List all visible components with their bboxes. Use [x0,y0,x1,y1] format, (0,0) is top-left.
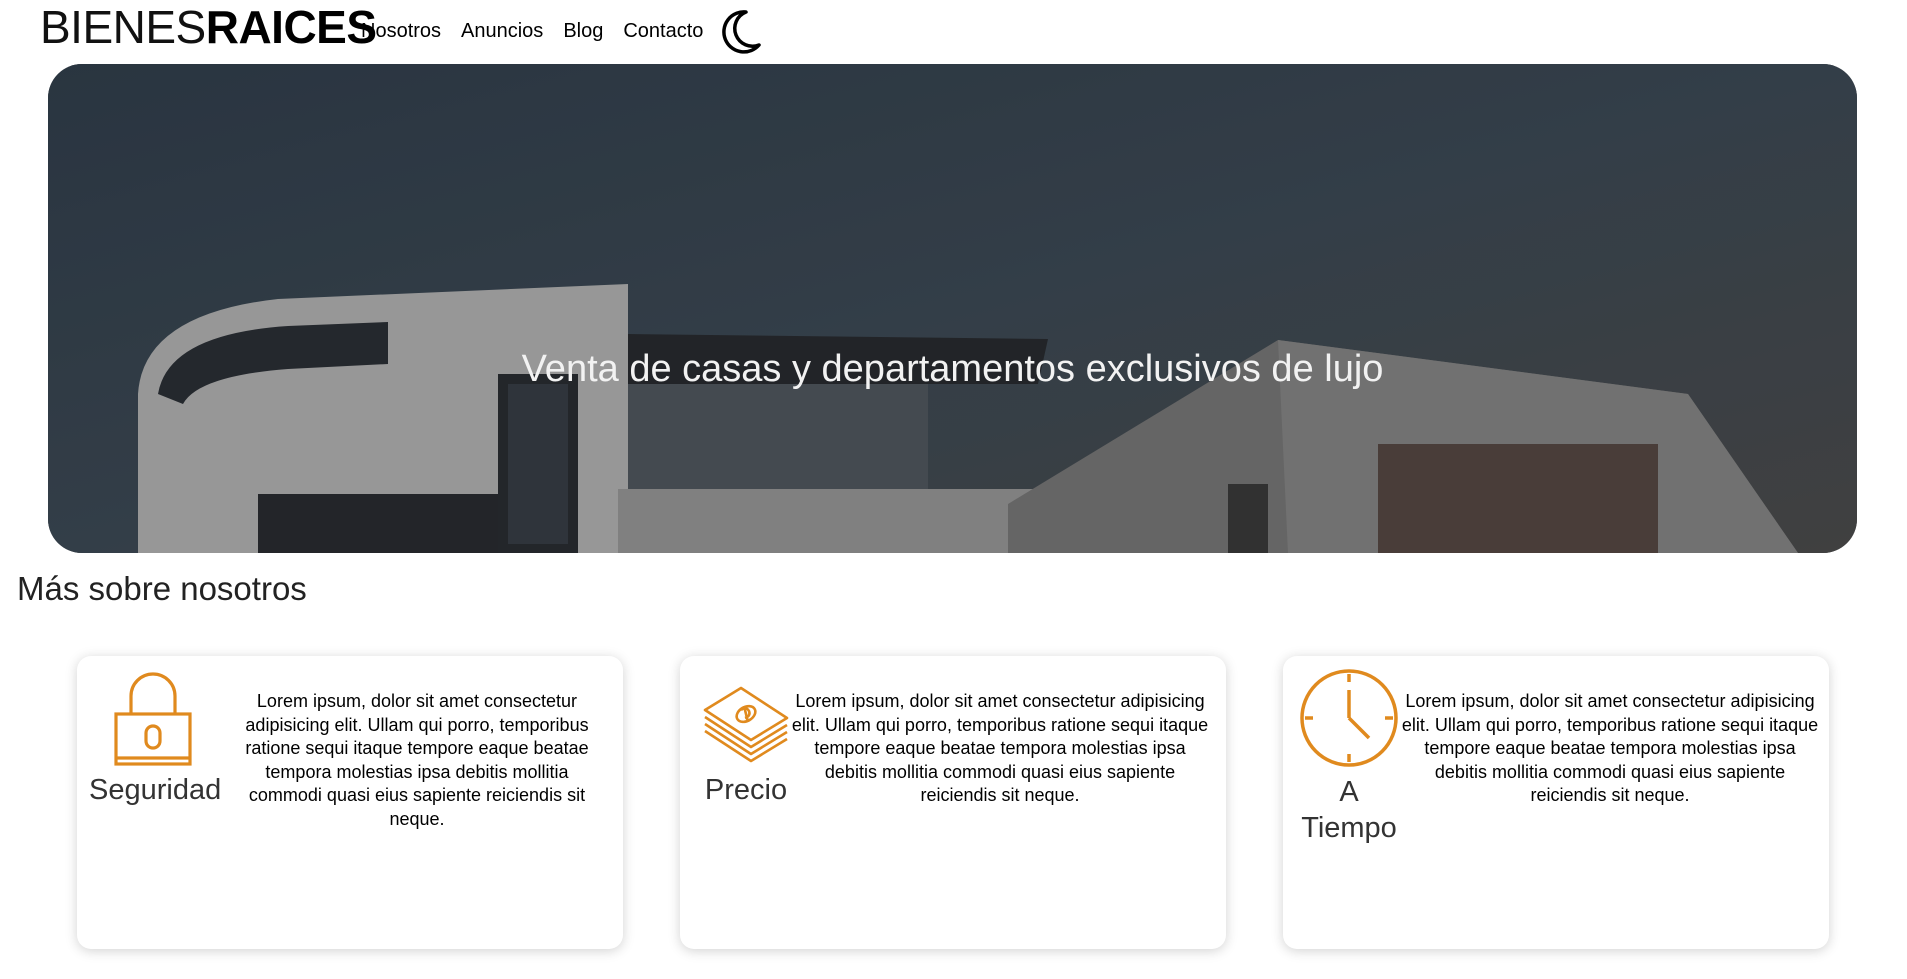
feature-card-price: Precio Lorem ipsum, dolor sit amet conse… [680,656,1226,949]
feature-description: Lorem ipsum, dolor sit amet consectetur … [791,691,1209,805]
logo-bold-text: RAICES [205,1,377,53]
feature-label: Seguridad [89,774,222,806]
hero-banner: Venta de casas y departamentos exclusivo… [48,64,1857,553]
nav-link-blog[interactable]: Blog [563,19,603,43]
section-title: Más sobre nosotros [17,570,307,607]
dark-mode-moon-icon[interactable] [716,7,764,55]
feature-card-on-time: A Tiempo Lorem ipsum, dolor sit amet con… [1283,656,1829,949]
money-icon [703,686,789,763]
feature-icon-block: Seguridad [89,668,222,808]
hero-title: Venta de casas y departamentos exclusivo… [521,348,1384,390]
clock-icon [1300,669,1398,767]
lock-icon [114,672,192,766]
hero-building-image [48,64,1857,553]
nav-link-contacto[interactable]: Contacto [623,19,703,43]
feature-card-security: Seguridad Lorem ipsum, dolor sit amet co… [77,656,623,949]
feature-label: A Tiempo [1301,776,1397,844]
logo-light-text: BIENES [40,1,206,53]
feature-description: Lorem ipsum, dolor sit amet consectetur … [245,691,589,829]
feature-icon-block: A Tiempo [1285,668,1413,846]
site-logo[interactable]: BIENESRAICES [40,2,377,52]
feature-description: Lorem ipsum, dolor sit amet consectetur … [1401,691,1819,805]
site-header: BIENESRAICES Nosotros Anuncios Blog Cont… [0,0,1907,64]
nav-link-nosotros[interactable]: Nosotros [361,19,441,43]
nav-link-anuncios[interactable]: Anuncios [461,19,543,43]
main-nav: Nosotros Anuncios Blog Contacto [361,19,703,43]
